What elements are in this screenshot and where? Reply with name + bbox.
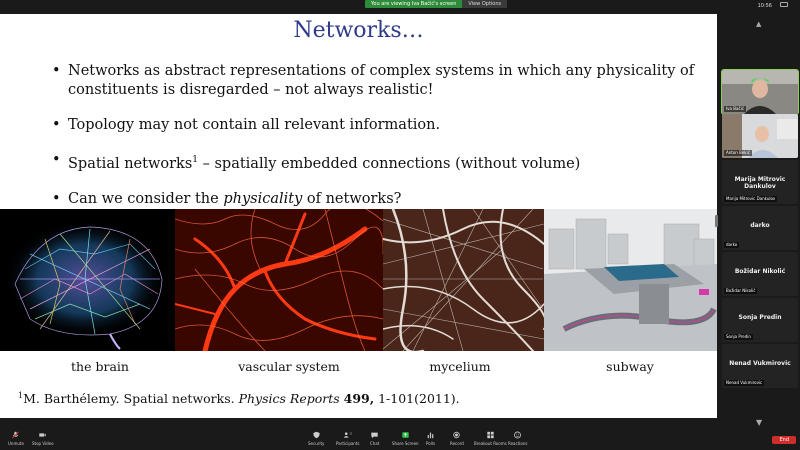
chevron-up-icon[interactable]: ▲ [756,20,761,28]
smiley-icon [514,431,522,439]
bullet-4: Can we consider the physicality of netwo… [52,190,712,209]
caption-mycelium: mycelium [429,359,491,374]
clock: 10:56 [757,3,772,9]
bullet-text: – spatially embedded connections (withou… [198,155,581,172]
record-icon [453,431,461,439]
share-banner-message: You are viewing Iva Bačić's screen [365,0,463,8]
reactions-button[interactable]: Reactions [508,431,527,446]
bullet-text: Spatial networks [68,155,193,172]
screen-share-banner: You are viewing Iva Bačić's screen View … [365,0,508,8]
bullet-3: Spatial networks1 – spatially embedded c… [52,151,712,174]
shared-slide: Networks… Networks as abstract represent… [0,14,717,418]
battery-icon [780,2,788,7]
share-screen-label: Share Screen [392,441,419,446]
reactions-label: Reactions [508,441,528,446]
brain-image [0,209,175,351]
participant-name: Marija Mitrovic Dankulov [734,176,786,190]
stop-video-label: Stop Video [32,441,54,446]
participant-label: Marija Mitrovic Dankulov [724,196,778,202]
participant-name: Iva Bačić [724,106,746,112]
subway-image [544,209,717,351]
participant-tile[interactable]: Iva Bačić [721,69,799,115]
participant-name: Sonja Predin [738,314,782,321]
bullet-text: Topology may not contain all relevant in… [68,117,441,133]
participants-label: Participants [336,441,360,446]
slide-bullets: Networks as abstract representations of … [52,62,712,225]
participant-name: darko [750,222,770,229]
bullet-emphasis: physicality [223,190,303,207]
polls-label: Polls [426,441,436,446]
participant-tile[interactable]: Nenad Vukmirovic Nenad Vukmirovic [722,344,798,388]
participant-name: Božidar Nikolić [734,268,786,275]
participants-count: 10 [350,431,353,435]
participant-name: Anton Bekić [724,150,752,156]
participant-tile[interactable]: darko darko [722,206,798,250]
footnote-authors: M. Barthélemy. Spatial networks. [23,391,239,407]
unmute-label: Unmute [8,441,24,446]
meeting-toolbar: Unmute Stop Video Security 10 Participan… [0,428,800,450]
shield-icon [313,431,320,439]
participant-label: Nenad Vukmirovic [724,380,765,386]
stop-video-button[interactable]: Stop Video [32,431,54,446]
footnote-volume: 499, [343,391,375,407]
record-label: Record [450,441,464,446]
video-camera-icon [39,433,46,437]
network-image-strip [0,209,717,351]
microphone-muted-icon [12,431,20,439]
caption-brain: the brain [71,359,129,374]
participant-tile[interactable]: Sonja Predin Sonja Predin [722,298,798,342]
bullet-text: Can we consider the [68,190,224,207]
participant-tile[interactable]: Božidar Nikolić Božidar Nikolić [722,252,798,296]
breakout-rooms-label: Breakout Rooms [474,441,507,446]
unmute-button[interactable]: Unmute [8,431,24,446]
chat-label: Chat [370,441,380,446]
breakout-rooms-button[interactable]: Breakout Rooms [474,431,507,446]
footnote-journal: Physics Reports [238,391,340,407]
share-screen-icon [402,432,409,438]
chevron-down-icon[interactable]: ▼ [756,418,762,427]
breakout-rooms-icon [487,431,494,439]
bullet-text: of networks? [302,190,402,207]
participant-gallery: ▲ Iva Bačić Anton Bekić Marija Mitrovic … [720,14,800,427]
participant-label: Sonja Predin [724,334,753,340]
participants-button[interactable]: 10 Participants [336,431,360,446]
bullet-2: Topology may not contain all relevant in… [52,116,712,135]
bullet-text: Networks as abstract representations of … [68,63,695,98]
chat-bubble-icon [371,432,378,439]
security-button[interactable]: Security [308,431,324,446]
caption-subway: subway [606,359,654,374]
participant-name: Nenad Vukmirovic [729,360,791,367]
participant-label: darko [724,242,740,248]
chat-button[interactable]: Chat [370,431,379,446]
zoom-meeting-window: You are viewing Iva Bačić's screen View … [0,0,800,450]
record-button[interactable]: Record [450,431,464,446]
security-label: Security [308,441,325,446]
footnote-pages: 1-101(2011). [374,391,460,407]
bullet-1: Networks as abstract representations of … [52,62,712,100]
caption-vascular: vascular system [238,359,340,374]
image-captions: the brain vascular system mycelium subwa… [0,359,717,379]
vascular-system-image [175,209,383,351]
participant-tile[interactable]: Marija Mitrovic Dankulov Marija Mitrovic… [722,160,798,204]
end-meeting-button[interactable]: End [772,436,796,444]
people-icon: 10 [343,431,353,438]
mycelium-image [383,209,544,351]
participant-label: Božidar Nikolić [724,288,758,294]
slide-scrollbar[interactable] [715,215,718,227]
view-options-button[interactable]: View Options [462,0,508,8]
slide-title: Networks… [293,18,424,43]
participant-tile[interactable]: Anton Bekić [722,114,798,158]
slide-footnote: 1M. Barthélemy. Spatial networks. Physic… [18,391,460,406]
polls-button[interactable]: Polls [426,431,435,446]
polls-icon [427,432,434,439]
share-screen-button[interactable]: Share Screen [392,431,419,446]
